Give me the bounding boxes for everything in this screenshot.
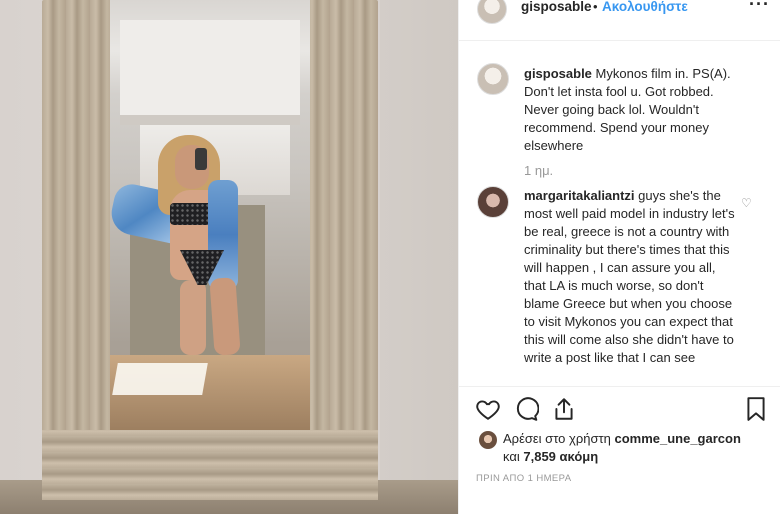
caption: gisposable Mykonos film in. PS(A). Don't… (524, 65, 739, 155)
post-date[interactable]: ΠΡΙΝ ΑΠΟ 1 ΗΜΕΡΑ (476, 473, 571, 484)
commenter-avatar[interactable] (477, 186, 509, 218)
more-options-icon[interactable]: ··· (749, 0, 770, 15)
wall (380, 0, 458, 514)
person-leg-left (180, 280, 206, 355)
heart-icon[interactable] (475, 396, 501, 422)
liker-avatar[interactable] (479, 431, 497, 449)
comment-icon[interactable] (513, 396, 539, 422)
likes-and: και (503, 449, 520, 464)
bookmark-icon[interactable] (743, 396, 769, 422)
share-icon[interactable] (551, 396, 577, 422)
likes-count: και 7,859 ακόμη (503, 449, 598, 464)
likes-others-link[interactable]: 7,859 ακόμη (523, 449, 598, 464)
divider (459, 386, 780, 387)
mirror-frame-bottom (42, 430, 378, 500)
post-header: gisposable • Ακολουθήστε ··· (459, 0, 780, 40)
comment-username[interactable]: margaritakaliantzi (524, 188, 635, 203)
person-jacket-right (208, 180, 238, 290)
person-phone (195, 148, 207, 170)
follow-button[interactable]: Ακολουθήστε (602, 0, 688, 14)
likes-prefix: Αρέσει στο χρήστη (503, 431, 611, 446)
reflection-light (112, 363, 208, 395)
reflection-ceiling (120, 20, 300, 125)
caption-username[interactable]: gisposable (524, 66, 592, 81)
likes-summary: Αρέσει στο χρήστη comme_une_garcon (503, 431, 741, 446)
post-sidebar: gisposable • Ακολουθήστε ··· gisposable … (458, 0, 780, 514)
author-username[interactable]: gisposable (521, 0, 592, 14)
comment-like-heart-icon[interactable]: ♡ (741, 196, 752, 210)
post-photo[interactable] (0, 0, 458, 514)
action-bar (459, 396, 780, 424)
comments-list[interactable]: gisposable Mykonos film in. PS(A). Don't… (459, 41, 780, 386)
author-avatar[interactable] (477, 0, 507, 24)
caption-time[interactable]: 1 ημ. (524, 163, 553, 178)
comment-text: guys she's the most well paid model in i… (524, 188, 735, 365)
header-separator: • (593, 0, 598, 14)
caption-avatar[interactable] (477, 63, 509, 95)
comment: margaritakaliantzi guys she's the most w… (524, 187, 736, 367)
liker-username[interactable]: comme_une_garcon (614, 431, 740, 446)
person-leg-right (209, 277, 241, 356)
